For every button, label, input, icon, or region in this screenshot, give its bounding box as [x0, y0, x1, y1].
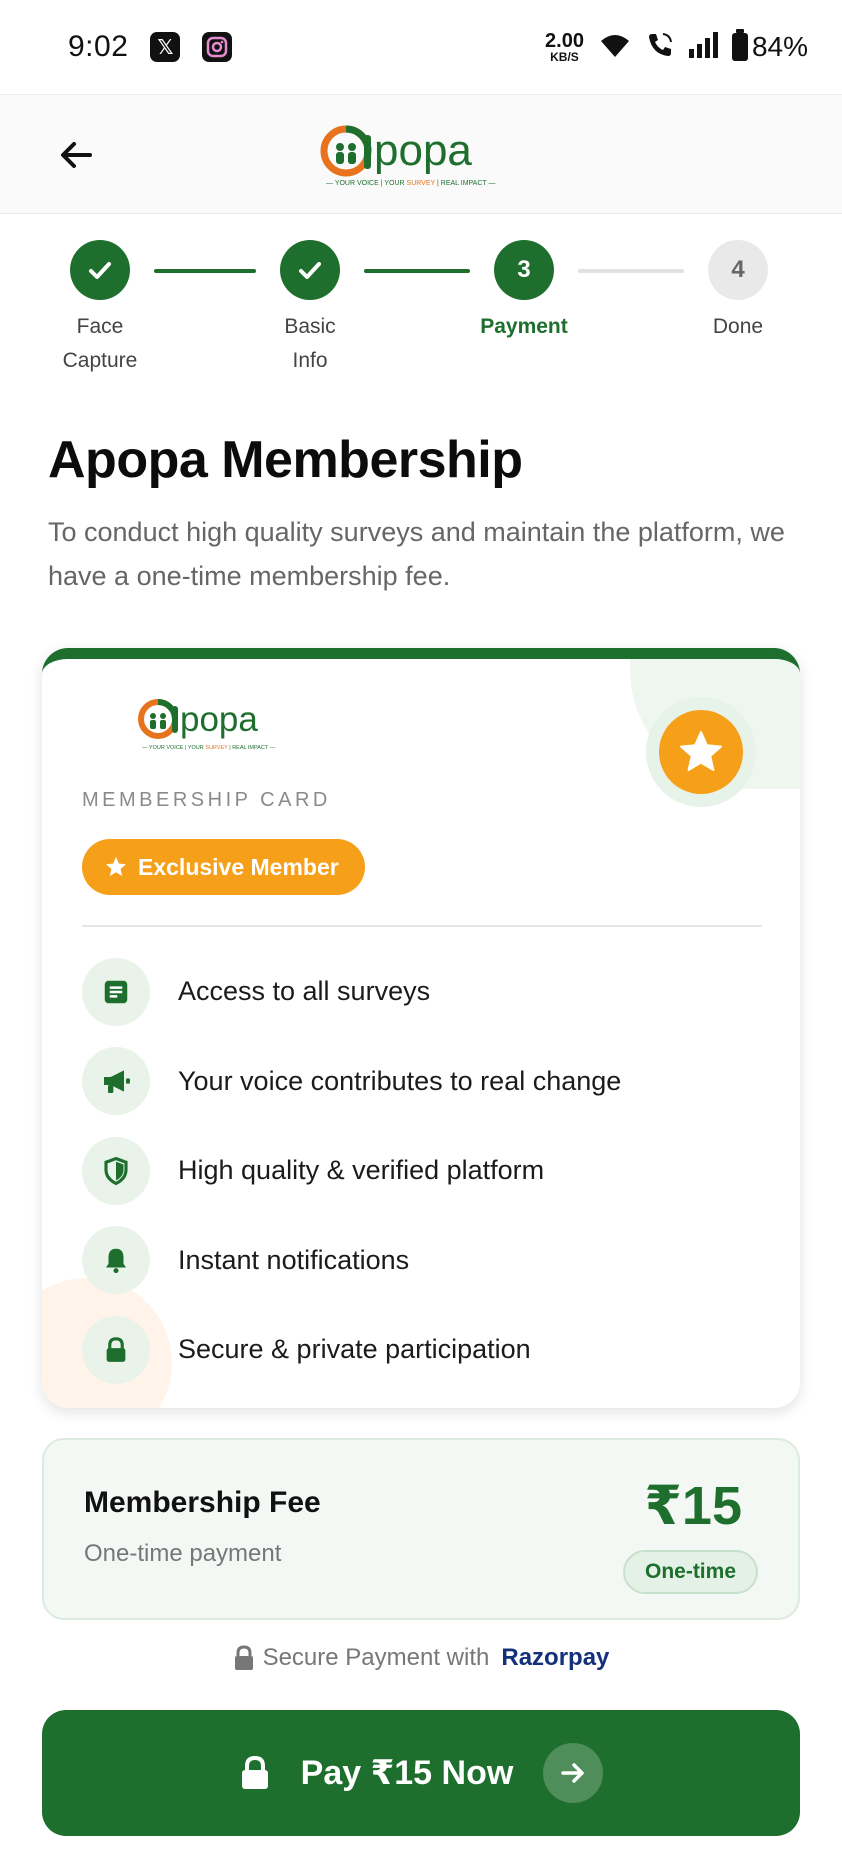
arrow-right-icon	[543, 1743, 604, 1803]
status-time: 9:02	[68, 30, 129, 63]
fee-amount: ₹15	[644, 1476, 742, 1536]
x-icon: 𝕏	[150, 32, 181, 62]
membership-card: popa — YOUR VOICE | YOUR SURVEY | REAL I…	[42, 648, 800, 1408]
list-item: Instant notifications	[82, 1216, 762, 1306]
list-item: High quality & verified platform	[82, 1126, 762, 1216]
list-item: Access to all surveys	[82, 947, 762, 1037]
step-label: Basic Info	[284, 315, 336, 372]
net-speed-value: 2.00	[545, 30, 584, 52]
feature-text: High quality & verified platform	[178, 1155, 545, 1186]
lock-icon	[234, 1645, 253, 1670]
feature-list: Access to all surveys Your voice contrib…	[82, 947, 762, 1395]
step-basic-info: Basic Info	[250, 240, 370, 378]
step-done: 4 Done	[678, 240, 798, 344]
star-icon	[106, 857, 126, 876]
pay-now-button[interactable]: Pay ₹15 Now	[42, 1710, 800, 1836]
secure-text: Secure Payment with	[262, 1644, 490, 1671]
apopa-logo: popa — YOUR VOICE | YOUR SURVEY | REAL I…	[320, 121, 520, 191]
star-icon	[659, 710, 743, 794]
step-number: 4	[708, 240, 768, 300]
card-star-badge	[646, 697, 756, 807]
feature-text: Access to all surveys	[178, 976, 431, 1007]
net-speed-unit: KB/S	[550, 50, 579, 64]
step-number: 3	[494, 240, 554, 300]
feature-text: Your voice contributes to real change	[178, 1065, 622, 1096]
lock-icon	[82, 1315, 150, 1384]
feature-text: Instant notifications	[178, 1244, 410, 1275]
fee-subtitle: One-time payment	[84, 1540, 282, 1567]
step-label: Done	[712, 315, 764, 338]
step-label: Face Capture	[62, 315, 138, 372]
svg-text:popa: popa	[180, 700, 258, 739]
page-subtitle: To conduct high quality surveys and main…	[48, 517, 785, 591]
step-connector-2	[364, 269, 470, 273]
instagram-icon	[202, 32, 233, 62]
status-bar-right: 2.00 KB/S 84%	[545, 29, 808, 64]
signal-icon	[688, 31, 718, 64]
bell-icon	[82, 1226, 150, 1295]
list-item: Secure & private participation	[82, 1305, 762, 1395]
svg-text:— YOUR VOICE | YOUR SURVEY | R: — YOUR VOICE | YOUR SURVEY | REAL IMPACT…	[326, 180, 496, 187]
wifi-icon	[598, 31, 632, 64]
page-title: Apopa Membership	[48, 431, 523, 489]
membership-fee-box: Membership Fee One-time payment ₹15 One-…	[42, 1438, 800, 1620]
fee-title: Membership Fee	[84, 1486, 321, 1519]
battery-percent: 84%	[751, 31, 808, 62]
one-time-tag: One-time	[622, 1550, 758, 1594]
back-arrow-icon	[61, 142, 92, 168]
razorpay-brand: Razorpay	[501, 1644, 610, 1671]
exclusive-member-badge: Exclusive Member	[82, 839, 365, 895]
shield-icon	[82, 1136, 150, 1205]
status-bar-left: 9:02 𝕏	[68, 30, 233, 64]
pay-button-label: Pay ₹15 Now	[300, 1754, 514, 1792]
document-icon	[82, 957, 150, 1026]
step-face-capture: Face Capture	[40, 240, 160, 378]
step-check-icon	[70, 240, 130, 300]
battery-status: 84%	[731, 29, 808, 63]
app-header: popa — YOUR VOICE | YOUR SURVEY | REAL I…	[0, 94, 842, 214]
net-speed: 2.00 KB/S	[545, 31, 584, 63]
step-check-icon	[280, 240, 340, 300]
step-payment: 3 Payment	[464, 240, 584, 344]
svg-text:— YOUR VOICE | YOUR SURVEY | R: — YOUR VOICE | YOUR SURVEY | REAL IMPACT…	[142, 745, 276, 751]
badge-label: Exclusive Member	[138, 853, 339, 880]
card-label: MEMBERSHIP CARD	[82, 789, 331, 811]
list-item: Your voice contributes to real change	[82, 1037, 762, 1127]
megaphone-icon	[82, 1047, 150, 1116]
apopa-logo: popa — YOUR VOICE | YOUR SURVEY | REAL I…	[138, 695, 298, 755]
back-button[interactable]	[54, 133, 98, 177]
call-icon	[646, 31, 674, 64]
battery-icon	[731, 29, 748, 61]
step-connector-1	[154, 269, 256, 273]
lock-icon	[241, 1755, 268, 1789]
svg-text:popa: popa	[374, 126, 472, 175]
feature-text: Secure & private participation	[178, 1334, 531, 1365]
divider	[82, 925, 762, 927]
secure-payment-note: Secure Payment with Razorpay	[0, 1644, 842, 1672]
step-connector-3	[578, 269, 684, 273]
step-label: Payment	[480, 315, 568, 338]
progress-stepper: Face Capture Basic Info 3 Payment 4 Done	[0, 240, 842, 390]
status-bar: 9:02 𝕏 2.00 KB/S 84%	[0, 0, 842, 94]
